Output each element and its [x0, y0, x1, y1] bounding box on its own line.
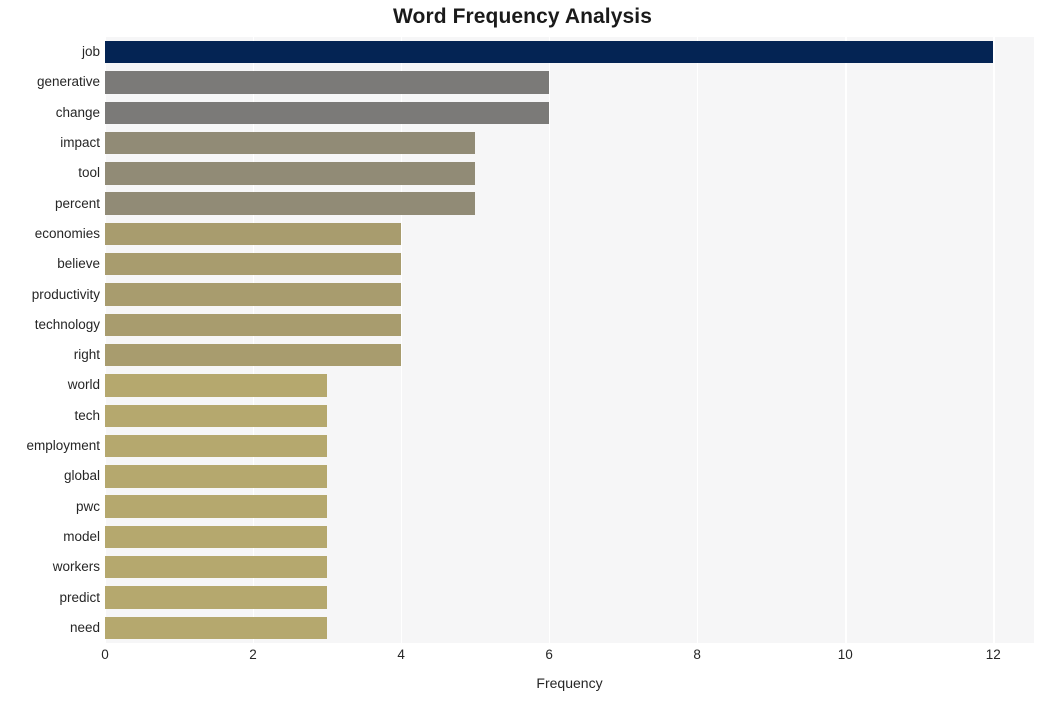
bar-tech[interactable] [105, 404, 328, 427]
bar-workers[interactable] [105, 556, 328, 579]
bar-row [105, 465, 1034, 488]
bar-row [105, 283, 1034, 306]
y-tick-label-economies: economies [34, 225, 100, 241]
x-tick-label-4: 4 [397, 647, 405, 662]
bar-row [105, 131, 1034, 155]
bar-row [105, 71, 1034, 94]
y-tick-label-workers: workers [52, 559, 100, 575]
x-tick-label-2: 2 [249, 647, 257, 662]
x-tick-label-0: 0 [101, 647, 109, 662]
y-tick-label-tech: tech [74, 407, 100, 423]
y-tick-label-tool: tool [78, 165, 100, 181]
x-tick-label-8: 8 [693, 647, 701, 662]
bar-technology[interactable] [105, 313, 402, 337]
bar-row [105, 374, 1034, 397]
bar-row [105, 40, 1034, 64]
bar-job[interactable] [105, 40, 994, 64]
y-tick-label-pwc: pwc [75, 498, 100, 514]
bar-global[interactable] [105, 465, 328, 488]
bar-need[interactable] [105, 616, 328, 640]
bar-row [105, 101, 1034, 124]
bar-row [105, 404, 1034, 427]
bar-row [105, 495, 1034, 518]
bar-percent[interactable] [105, 192, 476, 215]
y-tick-label-need: need [69, 619, 100, 635]
x-axis-title: Frequency [536, 675, 603, 691]
bar-productivity[interactable] [105, 283, 402, 306]
plot-area [105, 37, 1034, 643]
x-tick-label-10: 10 [837, 647, 853, 662]
bar-predict[interactable] [105, 586, 328, 609]
y-tick-label-technology: technology [34, 316, 100, 332]
bar-row [105, 162, 1034, 185]
y-tick-label-job: job [81, 44, 100, 60]
y-tick-label-world: world [67, 377, 100, 393]
bar-row [105, 313, 1034, 337]
y-tick-label-believe: believe [57, 256, 100, 272]
bar-world[interactable] [105, 374, 328, 397]
x-axis-tick-labels: 0 2 4 6 8 10 12 [0, 648, 1045, 670]
y-tick-label-right: right [73, 347, 100, 363]
bar-row [105, 434, 1034, 458]
bar-row [105, 616, 1034, 640]
bars-layer [105, 37, 1034, 643]
y-tick-label-predict: predict [59, 589, 100, 605]
y-tick-label-percent: percent [54, 195, 100, 211]
bar-model[interactable] [105, 525, 328, 549]
y-tick-label-productivity: productivity [31, 286, 100, 302]
bar-row [105, 253, 1034, 276]
y-axis-tick-labels: job generative change impact tool percent econ… [0, 37, 100, 643]
bar-row [105, 525, 1034, 549]
y-tick-label-model: model [63, 528, 100, 544]
bar-row [105, 192, 1034, 215]
y-tick-label-change: change [55, 104, 100, 120]
y-tick-label-generative: generative [36, 74, 100, 90]
x-tick-label-12: 12 [985, 647, 1001, 662]
bar-row [105, 343, 1034, 367]
bar-right[interactable] [105, 343, 402, 367]
bar-row [105, 556, 1034, 579]
bar-change[interactable] [105, 101, 550, 124]
bar-row [105, 586, 1034, 609]
bar-tool[interactable] [105, 162, 476, 185]
x-tick-label-6: 6 [545, 647, 553, 662]
bar-pwc[interactable] [105, 495, 328, 518]
y-tick-label-global: global [63, 468, 100, 484]
bar-impact[interactable] [105, 131, 476, 155]
bar-row [105, 222, 1034, 246]
y-tick-label-impact: impact [60, 135, 100, 151]
bar-economies[interactable] [105, 222, 402, 246]
bar-employment[interactable] [105, 434, 328, 458]
bar-believe[interactable] [105, 253, 402, 276]
y-tick-label-employment: employment [26, 438, 100, 454]
chart-figure: Word Frequency Analysis job generative cha… [0, 0, 1045, 701]
bar-generative[interactable] [105, 71, 550, 94]
chart-title: Word Frequency Analysis [392, 5, 653, 28]
